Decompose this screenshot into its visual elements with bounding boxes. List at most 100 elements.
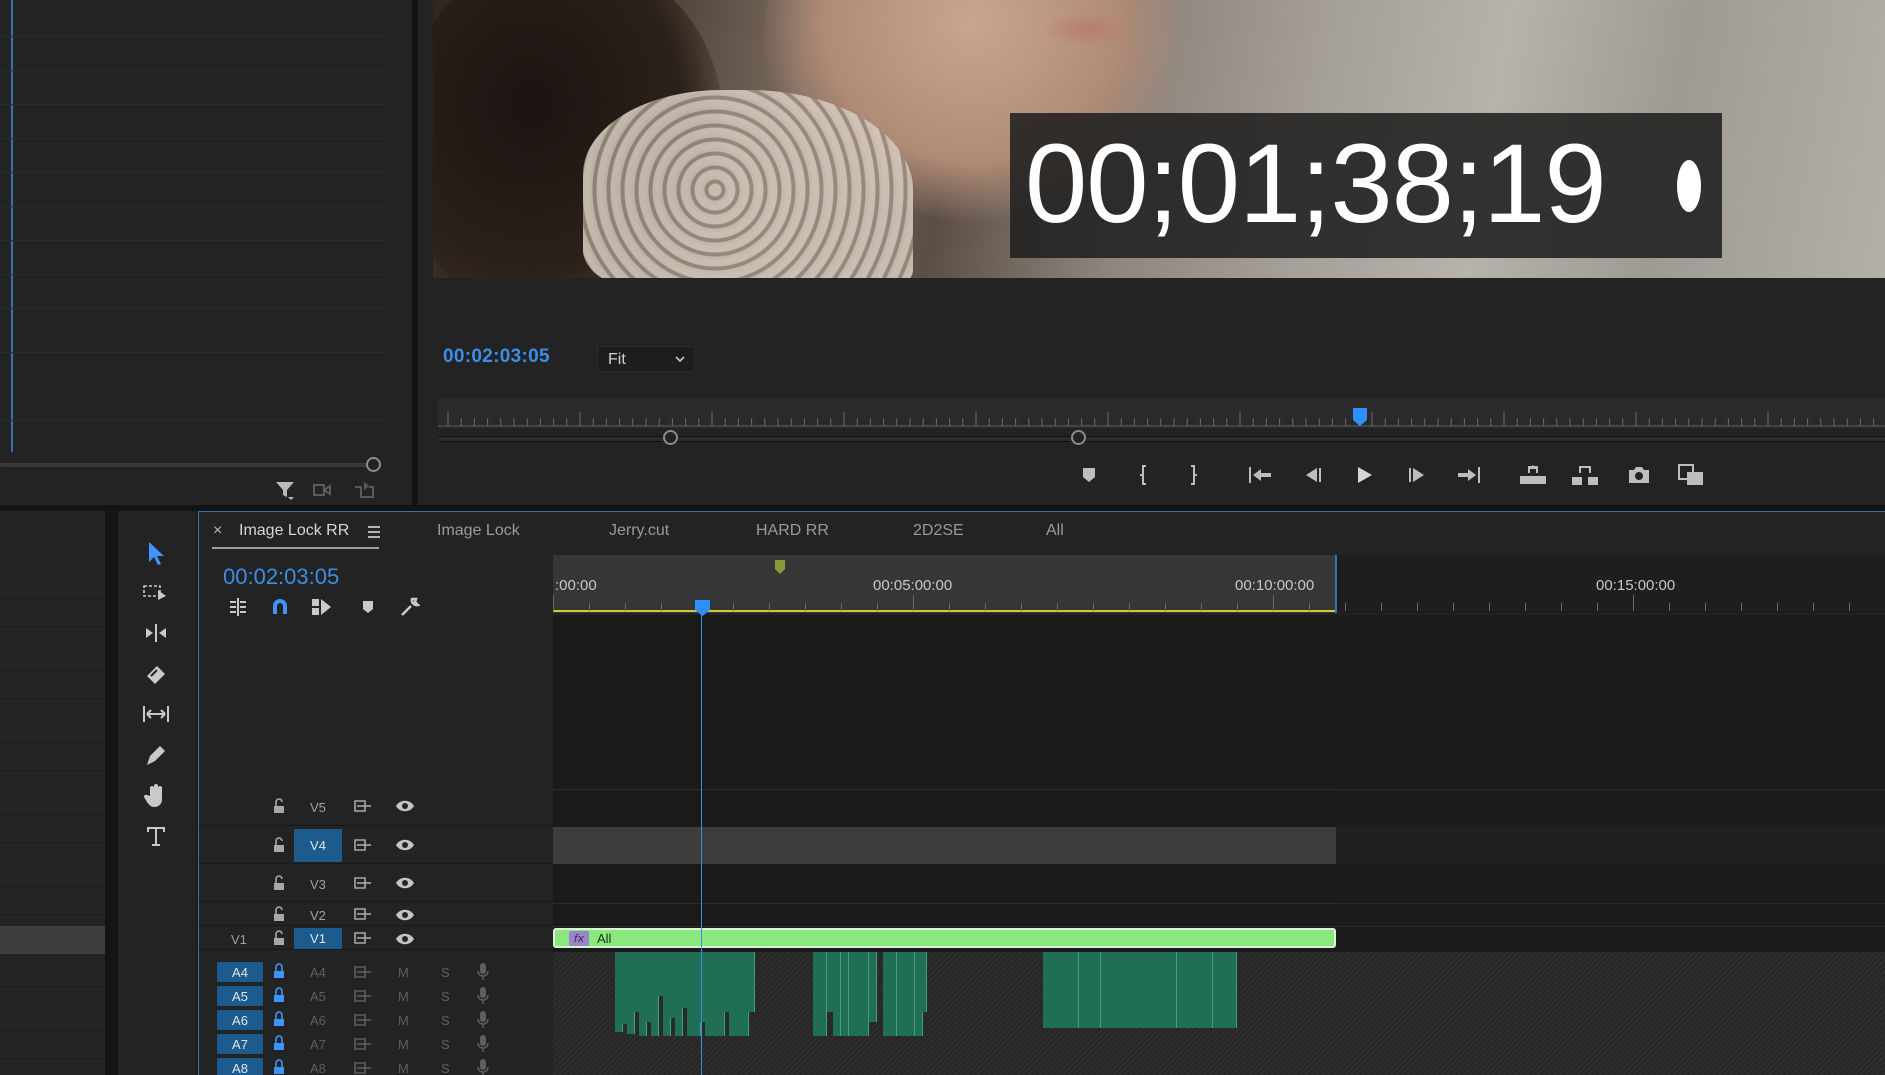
lock-open-icon[interactable] [272,875,286,891]
mute-button[interactable]: M [398,1037,409,1052]
audio-clip[interactable] [1079,952,1101,1028]
lock-icon[interactable] [272,1059,286,1075]
monitor-zoom-scrollbar[interactable] [438,436,1885,442]
source-patch-v1[interactable]: V1 [294,928,342,949]
eye-icon[interactable] [395,876,415,890]
selection-tool-icon[interactable] [138,536,174,570]
sync-lock-icon[interactable] [353,798,373,814]
monitor-time-ruler[interactable] [438,398,1885,428]
mute-button[interactable]: M [398,965,409,980]
go-to-out-button[interactable] [1454,462,1484,488]
zoom-level-select[interactable]: Fit [597,346,695,372]
razor-tool-icon[interactable] [138,657,174,691]
ripple-edit-tool-icon[interactable] [138,616,174,650]
export-frame-button[interactable] [1624,462,1654,488]
mute-button[interactable]: M [398,1061,409,1075]
play-button[interactable] [1349,462,1379,488]
eye-icon[interactable] [395,908,415,922]
go-to-in-button[interactable] [1245,462,1275,488]
voiceover-mic-icon[interactable] [476,1034,490,1054]
audio-clip[interactable] [1177,952,1213,1028]
snap-icon[interactable] [266,594,294,620]
solo-button[interactable]: S [441,1061,450,1075]
eye-icon[interactable] [395,932,415,946]
sequence-marker-icon[interactable] [774,559,786,575]
program-playhead-timecode[interactable]: 00:02:03:05 [443,346,550,368]
step-back-button[interactable] [1297,462,1327,488]
track-target-patch[interactable]: A7 [217,1034,263,1054]
track-select-tool-icon[interactable] [138,576,174,610]
step-forward-button[interactable] [1403,462,1433,488]
audio-clip[interactable] [907,952,915,1036]
sync-lock-icon[interactable] [353,837,373,853]
hamburger-menu-icon[interactable] [367,525,381,539]
pen-tool-icon[interactable] [138,738,174,772]
sync-lock-icon[interactable] [353,988,373,1004]
new-item-icon[interactable] [352,478,376,502]
tab-jerry-cut[interactable]: Jerry.cut [609,522,669,540]
tab-image-lock[interactable]: Image Lock [437,522,520,540]
zoom-slider-knob[interactable] [366,457,381,472]
track-target-patch[interactable]: A8 [217,1058,263,1075]
comparison-view-button[interactable] [1676,462,1706,488]
list-item-selected[interactable] [0,926,105,954]
solo-button[interactable]: S [441,1037,450,1052]
lock-open-icon[interactable] [272,798,286,814]
audio-clip[interactable] [833,952,841,1036]
hand-tool-icon[interactable] [138,779,174,813]
close-tab-button[interactable]: × [213,522,222,540]
timeline-time-ruler[interactable]: :00:00 00:05:00:00 00:10:00:00 00:15:00:… [553,555,1885,613]
add-marker-button[interactable] [1074,462,1104,488]
voiceover-mic-icon[interactable] [476,962,490,982]
lock-icon[interactable] [272,963,286,979]
zoom-scroll-left-handle[interactable] [663,430,678,445]
audio-clip[interactable] [1043,952,1079,1028]
settings-wrench-icon[interactable] [396,594,424,620]
zoom-scroll-right-handle[interactable] [1071,430,1086,445]
source-patch-v4[interactable]: V4 [294,829,342,862]
lock-icon[interactable] [272,987,286,1003]
lock-open-icon[interactable] [272,906,286,922]
tab-hard-rr[interactable]: HARD RR [756,522,829,540]
audio-tracks-area[interactable] [553,952,1885,1075]
linked-selection-icon[interactable] [308,594,336,620]
insert-nest-icon[interactable] [224,594,252,620]
audio-clip[interactable] [819,952,827,1036]
lock-open-icon[interactable] [272,837,286,853]
audio-clip[interactable] [841,952,849,1036]
audio-clip[interactable] [1213,952,1237,1028]
sync-lock-icon[interactable] [353,875,373,891]
eye-icon[interactable] [395,799,415,813]
audio-clip[interactable] [869,952,877,1022]
automate-to-sequence-icon[interactable] [312,478,336,502]
work-area-bar[interactable] [553,610,1336,612]
sync-lock-icon[interactable] [353,1036,373,1052]
track-target-patch[interactable]: A6 [217,1010,263,1030]
tab-2d2se[interactable]: 2D2SE [913,522,964,540]
sync-lock-icon[interactable] [353,906,373,922]
lock-icon[interactable] [272,1035,286,1051]
sync-lock-icon[interactable] [353,930,373,946]
mark-in-button[interactable] [1129,462,1159,488]
track-target-patch[interactable]: A5 [217,986,263,1006]
audio-clip[interactable] [747,952,755,1012]
audio-clip[interactable] [1153,952,1177,1028]
sync-lock-icon[interactable] [353,964,373,980]
mute-button[interactable]: M [398,1013,409,1028]
horizontal-scrollbar[interactable] [0,463,372,467]
extract-button[interactable] [1570,462,1600,488]
voiceover-mic-icon[interactable] [476,986,490,1006]
filter-icon[interactable] [273,478,297,502]
type-tool-icon[interactable] [138,819,174,853]
tab-image-lock-rr[interactable]: Image Lock RR [239,522,349,540]
sync-lock-icon[interactable] [353,1060,373,1075]
v1-clip[interactable]: fx All [553,928,1336,948]
slip-tool-icon[interactable] [138,697,174,731]
solo-button[interactable]: S [441,965,450,980]
audio-clip[interactable] [919,952,927,1012]
playhead-line[interactable] [701,615,702,1075]
voiceover-mic-icon[interactable] [476,1010,490,1030]
add-marker-icon[interactable] [354,594,382,620]
audio-clip[interactable] [1109,952,1155,1028]
lift-button[interactable] [1518,462,1548,488]
